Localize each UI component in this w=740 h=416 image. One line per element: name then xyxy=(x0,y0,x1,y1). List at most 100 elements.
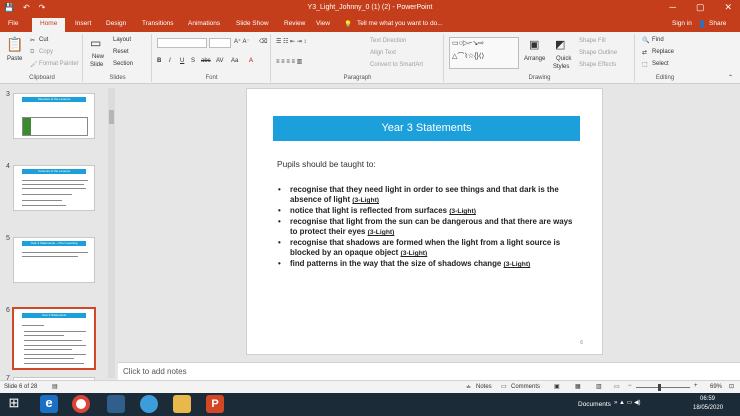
share-button[interactable]: Share xyxy=(709,20,726,27)
fit-slide-icon[interactable]: ⊡ xyxy=(729,383,734,390)
text-direction-button[interactable]: Text Direction xyxy=(370,38,406,44)
app-icon[interactable] xyxy=(107,395,125,413)
format-painter-icon[interactable]: 🖌 xyxy=(30,61,38,68)
current-slide[interactable]: Year 3 Statements Pupils should be taugh… xyxy=(246,88,603,355)
hyperlink[interactable]: (3-Light) xyxy=(449,208,476,215)
copy-icon[interactable]: ⧉ xyxy=(30,49,34,56)
hyperlink[interactable]: (3-Light) xyxy=(504,261,531,268)
cut-icon[interactable]: ✂ xyxy=(30,37,35,44)
sign-in-link[interactable]: Sign in xyxy=(672,20,692,27)
new-slide-button[interactable]: New xyxy=(92,54,104,60)
slideshow-icon[interactable]: ▭ xyxy=(614,383,620,390)
font-size-input[interactable] xyxy=(209,38,231,48)
new-slide-button-line2[interactable]: Slide xyxy=(90,62,103,68)
notes-icon[interactable]: ≐ xyxy=(466,384,471,391)
thumbnails-scrollbar[interactable] xyxy=(108,88,115,378)
char-spacing-button[interactable]: AV xyxy=(216,58,224,64)
shape-effects-button[interactable]: Shape Effects xyxy=(579,62,616,68)
hyperlink[interactable]: (3-Light) xyxy=(368,229,395,236)
find-icon[interactable]: 🔍 xyxy=(642,37,649,44)
file-explorer-icon[interactable] xyxy=(173,395,191,413)
tab-insert[interactable]: Insert xyxy=(75,20,91,27)
zoom-slider-thumb[interactable] xyxy=(658,384,661,391)
thumbnail-slide-5[interactable]: Year 3 Statements – Prior Learning xyxy=(13,237,95,283)
list-icons[interactable]: ☰ ☷ ⇤ ⇥ ↕ xyxy=(276,38,306,45)
bullet-list[interactable]: • recognise that they need light in order… xyxy=(278,185,578,270)
thumbnail-slide-6[interactable]: Year 3 Statements xyxy=(12,307,96,370)
slide-scrollbar[interactable] xyxy=(731,85,740,361)
shapes-icons-row2[interactable]: △⌒⌇☆{}⟨⟩ xyxy=(452,51,484,61)
align-text-button[interactable]: Align Text xyxy=(370,50,396,56)
close-button[interactable]: ✕ xyxy=(724,2,732,13)
notes-pane[interactable]: Click to add notes xyxy=(118,362,740,380)
minimize-button[interactable]: ─ xyxy=(670,2,676,13)
ie-icon[interactable]: e xyxy=(40,395,58,413)
skype-icon[interactable] xyxy=(140,395,158,413)
quick-styles-button[interactable]: Quick xyxy=(556,56,571,62)
find-button[interactable]: Find xyxy=(652,37,664,43)
replace-button[interactable]: Replace xyxy=(652,49,674,55)
scrollbar-thumb[interactable] xyxy=(109,110,114,124)
tab-slide-show[interactable]: Slide Show xyxy=(236,20,269,27)
new-slide-icon[interactable]: ▭ xyxy=(90,36,101,50)
quick-styles-icon[interactable]: ◩ xyxy=(555,38,565,51)
thumbnail-slide-4[interactable]: Contents of the Lessons xyxy=(13,165,95,211)
tab-home[interactable]: Home xyxy=(32,18,66,32)
paste-button[interactable]: Paste xyxy=(7,56,22,62)
slide-title[interactable]: Year 3 Statements xyxy=(273,116,580,141)
spellcheck-icon[interactable]: ▤ xyxy=(52,383,58,390)
replace-icon[interactable]: ⇄ xyxy=(642,49,647,56)
clock-date[interactable]: 18/05/2020 xyxy=(693,405,723,411)
zoom-slider[interactable] xyxy=(636,387,690,388)
underline-button[interactable]: U xyxy=(180,58,184,64)
zoom-level[interactable]: 69% xyxy=(710,384,722,390)
slide-sorter-icon[interactable]: ▦ xyxy=(575,383,581,390)
bold-button[interactable]: B xyxy=(157,58,161,64)
tell-me-box[interactable]: Tell me what you want to do... xyxy=(357,20,443,27)
font-name-input[interactable] xyxy=(157,38,207,48)
shape-fill-button[interactable]: Shape Fill xyxy=(579,38,606,44)
arrange-button[interactable]: Arrange xyxy=(524,56,545,62)
reset-button[interactable]: Reset xyxy=(113,49,129,55)
powerpoint-icon[interactable]: P xyxy=(206,395,224,413)
tell-me-icon[interactable]: 💡 xyxy=(344,20,352,28)
collapse-ribbon-icon[interactable]: ⌃ xyxy=(728,74,733,81)
start-button[interactable]: ⊞ xyxy=(4,395,24,413)
paste-icon[interactable]: 📋 xyxy=(6,36,23,53)
shape-outline-button[interactable]: Shape Outline xyxy=(579,50,617,56)
tray-icons[interactable]: » ▲ ▭ ◀) xyxy=(614,399,641,406)
reading-view-icon[interactable]: ▥ xyxy=(596,383,602,390)
tab-view[interactable]: View xyxy=(316,20,330,27)
font-color-button[interactable]: A xyxy=(249,58,253,64)
strikethrough-button[interactable]: abc xyxy=(201,58,211,64)
slide-intro-text[interactable]: Pupils should be taught to: xyxy=(277,159,376,169)
convert-smartart-button[interactable]: Convert to SmartArt xyxy=(370,62,423,68)
tab-animations[interactable]: Animations xyxy=(188,20,220,27)
zoom-in-icon[interactable]: + xyxy=(694,383,698,389)
tab-review[interactable]: Review xyxy=(284,20,305,27)
clear-format-icon[interactable]: ⌫ xyxy=(259,38,267,45)
documents-toolbar[interactable]: Documents xyxy=(578,401,611,408)
shapes-icons[interactable]: ▭○▷⌐↘⇨ xyxy=(452,39,484,47)
quick-styles-button-line2[interactable]: Styles xyxy=(553,64,569,70)
hyperlink[interactable]: (3-Light) xyxy=(401,250,428,257)
clock-time[interactable]: 06:59 xyxy=(700,396,715,402)
layout-button[interactable]: Layout xyxy=(113,37,131,43)
zoom-out-icon[interactable]: − xyxy=(628,383,632,389)
notes-placeholder[interactable]: Click to add notes xyxy=(123,367,187,376)
cut-button[interactable]: Cut xyxy=(39,37,48,43)
notes-button[interactable]: Notes xyxy=(476,384,492,390)
change-case-button[interactable]: Aa xyxy=(231,58,238,64)
normal-view-icon[interactable]: ▣ xyxy=(554,383,560,390)
comments-icon[interactable]: ▭ xyxy=(501,383,507,390)
copy-button[interactable]: Copy xyxy=(39,49,53,55)
select-button[interactable]: Select xyxy=(652,61,669,67)
chrome-icon[interactable] xyxy=(72,395,90,413)
restore-button[interactable]: ▢ xyxy=(696,2,705,13)
shadow-button[interactable]: S xyxy=(191,58,195,64)
tab-file[interactable]: File xyxy=(8,20,18,27)
hyperlink[interactable]: (3-Light) xyxy=(352,197,379,204)
italic-button[interactable]: I xyxy=(169,58,171,64)
select-icon[interactable]: ⬚ xyxy=(642,61,648,68)
grow-font-icon[interactable]: A⁺ A⁻ xyxy=(234,38,250,45)
